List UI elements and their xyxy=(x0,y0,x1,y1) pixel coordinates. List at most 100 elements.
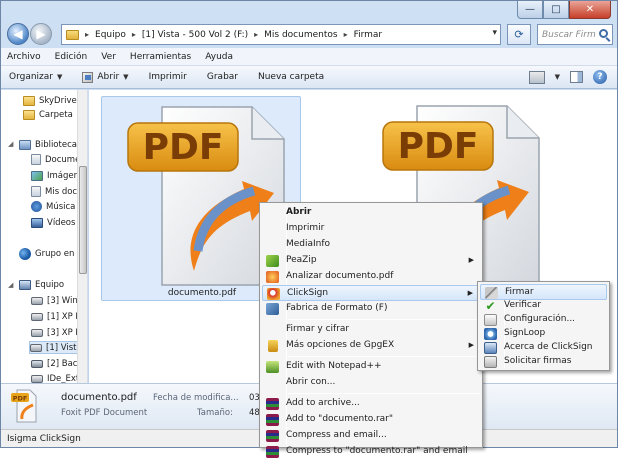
new-folder-button[interactable]: Nueva carpeta xyxy=(258,72,324,82)
menu-separator xyxy=(288,356,480,357)
menu-item-add-archive[interactable]: Add to archive... xyxy=(262,396,480,412)
forward-button[interactable]: ▶ xyxy=(30,23,52,45)
submenu-arrow-icon: ▶ xyxy=(467,289,473,297)
menu-bar: Archivo Edición Ver Herramientas Ayuda xyxy=(1,48,617,66)
refresh-button[interactable]: ⟳ xyxy=(507,24,531,45)
preview-pane-icon[interactable] xyxy=(570,71,583,83)
menu-item-label: Imprimir xyxy=(286,223,325,233)
sidebar-item-grupo-hogar[interactable]: Grupo en xyxy=(19,247,74,260)
breadcrumb-drive[interactable]: [1] Vista - 500 Vol 2 (F:) xyxy=(142,30,248,40)
menu-item-imprimir[interactable]: Imprimir xyxy=(262,221,480,237)
menu-item-label: Más opciones de GpgEX xyxy=(286,340,395,350)
menu-item-firmar-cifrar[interactable]: Firmar y cifrar xyxy=(262,322,480,338)
burn-button[interactable]: Grabar xyxy=(207,72,238,82)
expand-icon[interactable]: ◢ xyxy=(8,281,13,289)
menu-item-peazip[interactable]: PeaZip ▶ xyxy=(262,253,480,269)
menu-item-notepad[interactable]: Edit with Notepad++ xyxy=(262,359,480,375)
menu-item-analizar[interactable]: Analizar documento.pdf xyxy=(262,269,480,285)
breadcrumb-firmar[interactable]: Firmar xyxy=(354,30,383,40)
sidebar-item-mis-documentos[interactable]: Mis doc xyxy=(31,185,77,198)
menu-item-fabrica-formato[interactable]: Fabrica de Formato (F) xyxy=(262,301,480,317)
menu-edicion[interactable]: Edición xyxy=(55,52,88,62)
organize-button[interactable]: Organizar ▼ xyxy=(9,72,62,82)
close-button[interactable]: ✕ xyxy=(569,1,611,19)
drive-icon xyxy=(31,359,43,368)
expand-icon[interactable]: ◢ xyxy=(8,140,13,148)
view-options-icon[interactable] xyxy=(528,70,545,84)
maximize-button[interactable]: □ xyxy=(543,1,569,19)
address-bar[interactable]: ▸ Equipo ▸ [1] Vista - 500 Vol 2 (F:) ▸ … xyxy=(61,24,501,45)
menu-ayuda[interactable]: Ayuda xyxy=(205,52,233,62)
menu-item-label: Verificar xyxy=(504,300,542,310)
sidebar-item-label: Grupo en xyxy=(35,248,75,259)
menu-item-add-rar[interactable]: Add to "documento.rar" xyxy=(262,412,480,428)
sidebar-item-carpeta[interactable]: Carpeta xyxy=(23,108,73,121)
menu-item-clicksign[interactable]: ClickSign ▶ xyxy=(262,285,480,301)
menu-item-gpgex[interactable]: Más opciones de GpgEX ▶ xyxy=(262,338,480,354)
search-input[interactable]: Buscar Firm xyxy=(537,24,613,45)
request-icon xyxy=(484,356,497,368)
menu-item-mediainfo[interactable]: MediaInfo xyxy=(262,237,480,253)
menu-item-label: Fabrica de Formato (F) xyxy=(286,303,388,313)
menu-item-abrir-con[interactable]: Abrir con... xyxy=(262,375,480,391)
menu-item-abrir[interactable]: Abrir xyxy=(262,205,480,221)
winrar-icon xyxy=(266,430,279,442)
address-dropdown-icon[interactable]: ▾ xyxy=(492,28,497,38)
search-icon[interactable] xyxy=(599,29,608,38)
print-button[interactable]: Imprimir xyxy=(149,72,187,82)
menu-item-compress-rar-email[interactable]: Compress to "documento.rar" and email xyxy=(262,444,480,458)
library-icon xyxy=(19,139,31,150)
chevron-down-icon: ▼ xyxy=(57,73,63,81)
sidebar-item-videos[interactable]: Vídeos xyxy=(31,216,75,229)
menu-item-label: Acerca de ClickSign xyxy=(504,342,593,352)
pdf-badge-text: PDF xyxy=(13,395,28,403)
sidebar-item-skydrive[interactable]: SkyDrive xyxy=(23,94,77,107)
sidebar-item-drive-xpm[interactable]: [3] XP M xyxy=(31,326,83,339)
menu-item-label: Abrir con... xyxy=(286,377,336,387)
pdf-file-icon: PDF xyxy=(11,389,37,423)
folder-icon xyxy=(23,95,35,106)
about-icon xyxy=(484,342,497,354)
format-factory-icon xyxy=(266,303,279,315)
title-bar: — □ ✕ ◀ ▶ ▸ Equipo ▸ [1] Vista - 500 Vol… xyxy=(1,1,617,47)
menu-item-compress-email[interactable]: Compress and email... xyxy=(262,428,480,444)
sidebar-item-drive-ide-ext[interactable]: IDe_Ext_ xyxy=(31,372,84,383)
submenu-item-solicitar-firmas[interactable]: Solicitar firmas xyxy=(480,354,607,370)
menu-ver[interactable]: Ver xyxy=(101,52,116,62)
sidebar-item-label: Mis doc xyxy=(45,186,78,197)
back-button[interactable]: ◀ xyxy=(7,23,29,45)
notepad-icon xyxy=(266,361,279,373)
menu-archivo[interactable]: Archivo xyxy=(7,52,41,62)
menu-item-label: Firmar xyxy=(505,287,534,297)
breadcrumb-separator: ▸ xyxy=(343,30,348,39)
help-icon[interactable]: ? xyxy=(593,70,607,84)
pictures-icon xyxy=(31,170,43,181)
sidebar-item-label: Imágen xyxy=(47,170,80,181)
computer-icon xyxy=(19,279,31,290)
menu-separator xyxy=(288,393,480,394)
sidebar-item-bibliotecas[interactable]: Biblioteca xyxy=(19,138,77,151)
video-icon xyxy=(31,217,43,228)
chevron-down-icon[interactable]: ▼ xyxy=(555,73,560,81)
winrar-icon xyxy=(266,414,279,426)
menu-item-label: Firmar y cifrar xyxy=(286,324,350,334)
open-button[interactable]: Abrir ▼ xyxy=(82,71,129,83)
menu-herramientas[interactable]: Herramientas xyxy=(130,52,191,62)
sidebar-item-musica[interactable]: Música xyxy=(31,200,75,213)
clicksign-submenu: Firmar ✔ Verificar Configuración... SignL… xyxy=(477,281,610,371)
sidebar-item-equipo[interactable]: Equipo xyxy=(19,278,64,291)
scrollbar-thumb[interactable] xyxy=(79,166,87,274)
menu-item-label: MediaInfo xyxy=(286,239,331,249)
sidebar-scrollbar[interactable] xyxy=(77,90,87,383)
breadcrumb-mis-documentos[interactable]: Mis documentos xyxy=(264,30,337,40)
menu-item-label: Add to archive... xyxy=(286,398,360,408)
sidebar-item-drive-xp2[interactable]: [1] XP II xyxy=(31,310,80,323)
sidebar-item-drive-win7[interactable]: [3] Win7 xyxy=(31,294,83,307)
breadcrumb-equipo[interactable]: Equipo xyxy=(95,30,126,40)
sidebar-item-label: SkyDrive xyxy=(39,95,77,106)
sidebar-item-imagenes[interactable]: Imágen xyxy=(31,169,79,182)
sidebar-item-drive-backup[interactable]: [2] Back xyxy=(31,357,82,370)
minimize-button[interactable]: — xyxy=(517,1,543,19)
submenu-arrow-icon: ▶ xyxy=(468,256,474,264)
open-label: Abrir xyxy=(97,72,120,82)
